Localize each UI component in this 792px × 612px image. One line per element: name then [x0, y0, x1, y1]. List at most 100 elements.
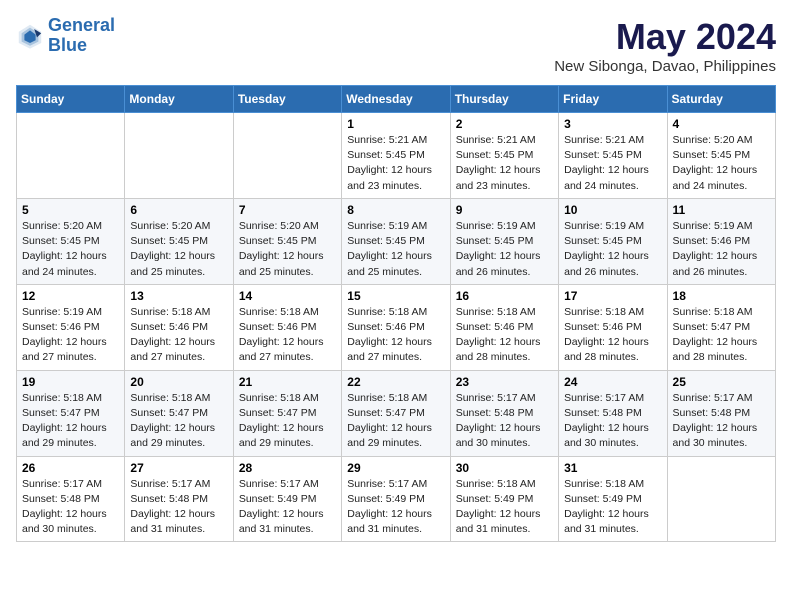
day-cell: 28 Sunrise: 5:17 AM Sunset: 5:49 PM Dayli… [233, 456, 341, 542]
day-cell: 6 Sunrise: 5:20 AM Sunset: 5:45 PM Daylig… [125, 198, 233, 284]
day-cell: 2 Sunrise: 5:21 AM Sunset: 5:45 PM Daylig… [450, 113, 558, 199]
day-cell: 15 Sunrise: 5:18 AM Sunset: 5:46 PM Dayli… [342, 284, 450, 370]
day-cell: 24Sunrise: 5:17 AM Sunset: 5:48 PM Dayli… [559, 370, 667, 456]
day-info: Sunrise: 5:18 AM Sunset: 5:47 PM Dayligh… [673, 305, 770, 366]
logo-text: General Blue [48, 16, 115, 56]
day-cell: 12 Sunrise: 5:19 AM Sunset: 5:46 PM Dayli… [17, 284, 125, 370]
day-info: Sunrise: 5:20 AM Sunset: 5:45 PM Dayligh… [130, 219, 227, 280]
day-cell: 13 Sunrise: 5:18 AM Sunset: 5:46 PM Dayli… [125, 284, 233, 370]
calendar-header-row: SundayMondayTuesdayWednesdayThursdayFrid… [17, 86, 776, 113]
calendar-body: 1 Sunrise: 5:21 AM Sunset: 5:45 PM Daylig… [17, 113, 776, 542]
day-cell: 14 Sunrise: 5:18 AM Sunset: 5:46 PM Dayli… [233, 284, 341, 370]
day-info: Sunrise: 5:18 AM Sunset: 5:46 PM Dayligh… [347, 305, 444, 366]
day-number: 26 [22, 461, 119, 475]
subtitle: New Sibonga, Davao, Philippines [554, 58, 776, 75]
day-cell: 8 Sunrise: 5:19 AM Sunset: 5:45 PM Daylig… [342, 198, 450, 284]
day-number: 8 [347, 203, 444, 217]
day-number: 13 [130, 289, 227, 303]
day-cell [125, 113, 233, 199]
day-number: 20 [130, 375, 227, 389]
day-cell: 19 Sunrise: 5:18 AM Sunset: 5:47 PM Dayli… [17, 370, 125, 456]
day-info: Sunrise: 5:19 AM Sunset: 5:46 PM Dayligh… [22, 305, 119, 366]
day-number: 16 [456, 289, 553, 303]
day-cell: 21 Sunrise: 5:18 AM Sunset: 5:47 PM Dayli… [233, 370, 341, 456]
day-cell [667, 456, 775, 542]
day-cell [233, 113, 341, 199]
header-cell-saturday: Saturday [667, 86, 775, 113]
day-number: 11 [673, 203, 770, 217]
day-info: Sunrise: 5:17 AM Sunset: 5:48 PM Dayligh… [130, 477, 227, 538]
day-cell: 11 Sunrise: 5:19 AM Sunset: 5:46 PM Dayli… [667, 198, 775, 284]
day-cell [17, 113, 125, 199]
main-title: May 2024 [554, 16, 776, 58]
day-number: 15 [347, 289, 444, 303]
calendar-table: SundayMondayTuesdayWednesdayThursdayFrid… [16, 85, 776, 542]
day-info: Sunrise: 5:19 AM Sunset: 5:45 PM Dayligh… [456, 219, 553, 280]
day-info: Sunrise: 5:18 AM Sunset: 5:46 PM Dayligh… [130, 305, 227, 366]
day-cell: 5 Sunrise: 5:20 AM Sunset: 5:45 PM Daylig… [17, 198, 125, 284]
day-number: 27 [130, 461, 227, 475]
day-number: 1 [347, 117, 444, 131]
day-info: Sunrise: 5:18 AM Sunset: 5:47 PM Dayligh… [130, 391, 227, 452]
day-info: Sunrise: 5:18 AM Sunset: 5:47 PM Dayligh… [239, 391, 336, 452]
header-cell-wednesday: Wednesday [342, 86, 450, 113]
day-info: Sunrise: 5:20 AM Sunset: 5:45 PM Dayligh… [22, 219, 119, 280]
day-cell: 30Sunrise: 5:18 AM Sunset: 5:49 PM Dayli… [450, 456, 558, 542]
day-info: Sunrise: 5:17 AM Sunset: 5:49 PM Dayligh… [347, 477, 444, 538]
week-row-5: 26 Sunrise: 5:17 AM Sunset: 5:48 PM Dayli… [17, 456, 776, 542]
day-cell: 29 Sunrise: 5:17 AM Sunset: 5:49 PM Dayli… [342, 456, 450, 542]
day-cell: 3Sunrise: 5:21 AM Sunset: 5:45 PM Daylig… [559, 113, 667, 199]
title-area: May 2024 New Sibonga, Davao, Philippines [554, 16, 776, 75]
day-number: 12 [22, 289, 119, 303]
day-info: Sunrise: 5:21 AM Sunset: 5:45 PM Dayligh… [347, 133, 444, 194]
header-cell-tuesday: Tuesday [233, 86, 341, 113]
day-info: Sunrise: 5:20 AM Sunset: 5:45 PM Dayligh… [239, 219, 336, 280]
day-number: 4 [673, 117, 770, 131]
week-row-3: 12 Sunrise: 5:19 AM Sunset: 5:46 PM Dayli… [17, 284, 776, 370]
day-info: Sunrise: 5:18 AM Sunset: 5:46 PM Dayligh… [456, 305, 553, 366]
day-cell: 23Sunrise: 5:17 AM Sunset: 5:48 PM Dayli… [450, 370, 558, 456]
day-number: 10 [564, 203, 661, 217]
logo-icon [16, 22, 44, 50]
day-number: 28 [239, 461, 336, 475]
day-info: Sunrise: 5:19 AM Sunset: 5:46 PM Dayligh… [673, 219, 770, 280]
day-number: 18 [673, 289, 770, 303]
day-number: 19 [22, 375, 119, 389]
day-cell: 4Sunrise: 5:20 AM Sunset: 5:45 PM Daylig… [667, 113, 775, 199]
day-cell: 16 Sunrise: 5:18 AM Sunset: 5:46 PM Dayli… [450, 284, 558, 370]
day-number: 5 [22, 203, 119, 217]
day-number: 14 [239, 289, 336, 303]
day-cell: 20 Sunrise: 5:18 AM Sunset: 5:47 PM Dayli… [125, 370, 233, 456]
day-info: Sunrise: 5:19 AM Sunset: 5:45 PM Dayligh… [347, 219, 444, 280]
day-info: Sunrise: 5:18 AM Sunset: 5:46 PM Dayligh… [239, 305, 336, 366]
day-cell: 10 Sunrise: 5:19 AM Sunset: 5:45 PM Dayli… [559, 198, 667, 284]
day-cell: 27 Sunrise: 5:17 AM Sunset: 5:48 PM Dayli… [125, 456, 233, 542]
day-number: 2 [456, 117, 553, 131]
week-row-2: 5 Sunrise: 5:20 AM Sunset: 5:45 PM Daylig… [17, 198, 776, 284]
day-number: 29 [347, 461, 444, 475]
day-number: 7 [239, 203, 336, 217]
day-info: Sunrise: 5:18 AM Sunset: 5:46 PM Dayligh… [564, 305, 661, 366]
day-info: Sunrise: 5:18 AM Sunset: 5:47 PM Dayligh… [22, 391, 119, 452]
day-number: 21 [239, 375, 336, 389]
day-cell: 22 Sunrise: 5:18 AM Sunset: 5:47 PM Dayli… [342, 370, 450, 456]
day-info: Sunrise: 5:17 AM Sunset: 5:48 PM Dayligh… [22, 477, 119, 538]
day-info: Sunrise: 5:21 AM Sunset: 5:45 PM Dayligh… [564, 133, 661, 194]
day-number: 6 [130, 203, 227, 217]
day-info: Sunrise: 5:19 AM Sunset: 5:45 PM Dayligh… [564, 219, 661, 280]
day-info: Sunrise: 5:18 AM Sunset: 5:49 PM Dayligh… [456, 477, 553, 538]
page-header: General Blue May 2024 New Sibonga, Davao… [16, 16, 776, 75]
day-info: Sunrise: 5:21 AM Sunset: 5:45 PM Dayligh… [456, 133, 553, 194]
day-cell: 31Sunrise: 5:18 AM Sunset: 5:49 PM Dayli… [559, 456, 667, 542]
day-info: Sunrise: 5:17 AM Sunset: 5:48 PM Dayligh… [673, 391, 770, 452]
day-info: Sunrise: 5:17 AM Sunset: 5:48 PM Dayligh… [456, 391, 553, 452]
week-row-1: 1 Sunrise: 5:21 AM Sunset: 5:45 PM Daylig… [17, 113, 776, 199]
day-number: 22 [347, 375, 444, 389]
day-cell: 17Sunrise: 5:18 AM Sunset: 5:46 PM Dayli… [559, 284, 667, 370]
header-cell-monday: Monday [125, 86, 233, 113]
header-cell-thursday: Thursday [450, 86, 558, 113]
day-info: Sunrise: 5:18 AM Sunset: 5:47 PM Dayligh… [347, 391, 444, 452]
day-info: Sunrise: 5:17 AM Sunset: 5:49 PM Dayligh… [239, 477, 336, 538]
day-number: 9 [456, 203, 553, 217]
week-row-4: 19 Sunrise: 5:18 AM Sunset: 5:47 PM Dayli… [17, 370, 776, 456]
